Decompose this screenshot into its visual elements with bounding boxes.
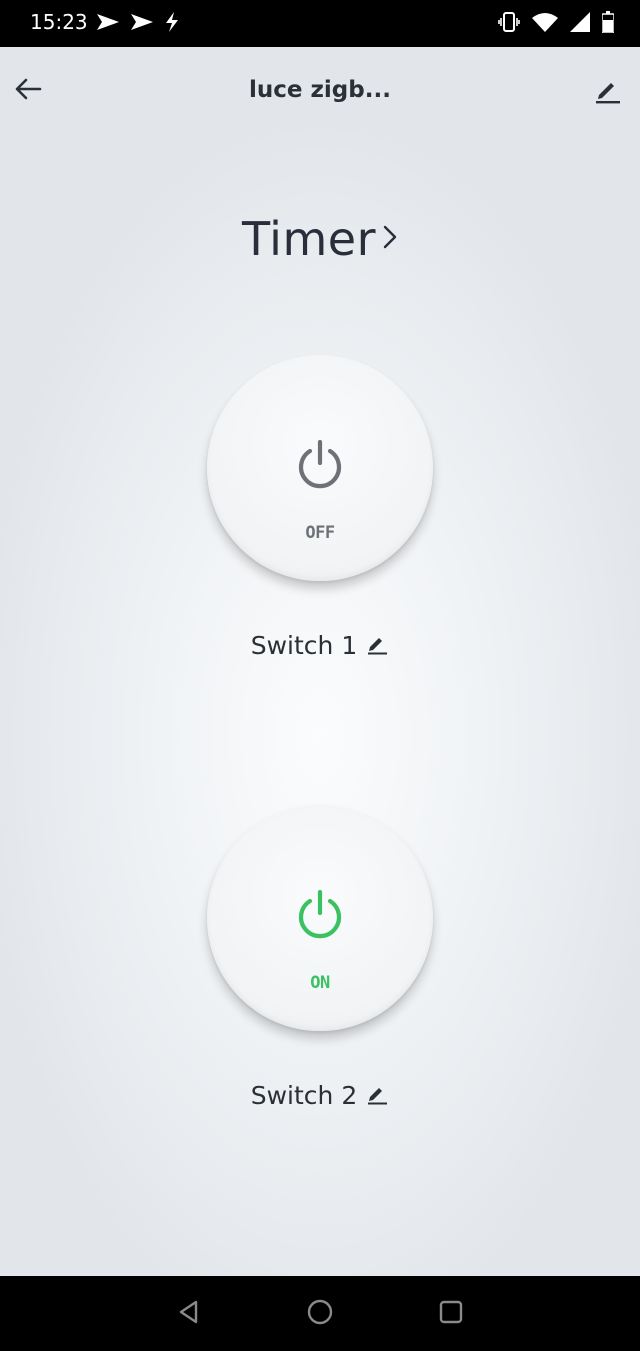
rename-switch-1-button[interactable] bbox=[365, 634, 389, 658]
nav-back-button[interactable] bbox=[173, 1298, 205, 1330]
home-circle-icon bbox=[306, 1298, 334, 1330]
pencil-icon bbox=[366, 633, 388, 659]
switch-2-name: Switch 2 bbox=[250, 1081, 358, 1110]
power-icon bbox=[295, 439, 345, 491]
nav-recents-button[interactable] bbox=[435, 1298, 467, 1330]
app-header: luce zigb... bbox=[0, 47, 640, 139]
nav-home-button[interactable] bbox=[304, 1298, 336, 1330]
wifi-icon bbox=[532, 12, 558, 36]
power-icon bbox=[295, 889, 345, 941]
page-title: luce zigb... bbox=[249, 77, 391, 103]
back-triangle-icon bbox=[176, 1299, 202, 1329]
status-left-icons bbox=[96, 12, 180, 36]
pencil-icon bbox=[593, 76, 621, 108]
status-time: 15:23 bbox=[30, 10, 88, 34]
switch-2-state-label: ON bbox=[310, 973, 330, 993]
switch-1-name: Switch 1 bbox=[250, 631, 358, 660]
timer-link[interactable]: Timer bbox=[0, 212, 640, 266]
pencil-icon bbox=[366, 1083, 388, 1109]
switch-1-state-label: OFF bbox=[305, 523, 335, 543]
navigation-arrow-icon bbox=[96, 12, 120, 36]
phone-screen: 15:23 luce zigb... Timer OFF Switch 1 ON… bbox=[0, 0, 640, 1351]
edit-device-button[interactable] bbox=[590, 75, 624, 109]
device-panel: luce zigb... Timer OFF Switch 1 ON Switc… bbox=[0, 47, 640, 1276]
recents-square-icon bbox=[437, 1298, 465, 1330]
timer-label: Timer bbox=[242, 212, 376, 266]
vibrate-icon bbox=[498, 11, 520, 37]
switch-1-toggle-button[interactable]: OFF bbox=[207, 355, 433, 581]
cellular-signal-icon bbox=[570, 12, 590, 36]
switch-2-name-row: Switch 2 bbox=[0, 1081, 640, 1110]
navigation-arrow-icon bbox=[130, 12, 154, 36]
switch-2-toggle-button[interactable]: ON bbox=[207, 805, 433, 1031]
system-nav-bar bbox=[0, 1276, 640, 1351]
switch-1-name-row: Switch 1 bbox=[0, 631, 640, 660]
flash-icon bbox=[164, 12, 180, 36]
rename-switch-2-button[interactable] bbox=[365, 1084, 389, 1108]
battery-icon bbox=[601, 11, 615, 37]
chevron-right-icon bbox=[382, 223, 398, 255]
status-bar: 15:23 bbox=[0, 0, 640, 47]
status-right-icons bbox=[498, 11, 615, 37]
